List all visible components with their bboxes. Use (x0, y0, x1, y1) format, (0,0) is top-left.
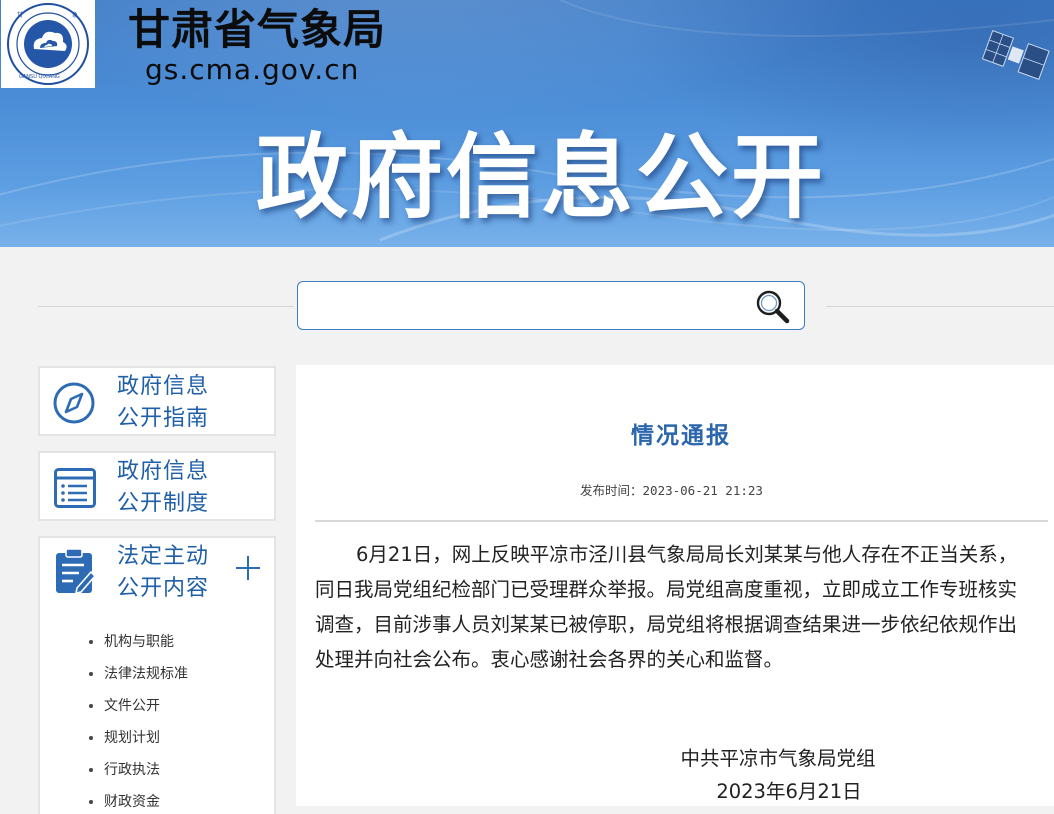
sidebar-item-label: 公开指南 (117, 406, 210, 431)
search-button[interactable] (753, 288, 793, 324)
bullet-icon (89, 736, 93, 740)
article-divider (315, 520, 1048, 522)
list-icon (54, 468, 96, 508)
search-divider-left (38, 306, 294, 307)
article-signature: 中共平凉市气象局党组 (680, 747, 876, 770)
bullet-icon (89, 704, 93, 708)
submenu-item-enforcement[interactable]: 行政执法 (89, 758, 160, 782)
submenu-item-label: 文件公开 (104, 698, 160, 714)
submenu-item-label: 财政资金 (104, 794, 160, 810)
magnifier-icon (756, 290, 790, 324)
submenu-item-label: 规划计划 (104, 730, 160, 746)
publish-label: 发布时间： (580, 483, 643, 498)
site-domain: gs.cma.gov.cn (145, 53, 360, 86)
submenu-item-label: 行政执法 (104, 762, 160, 778)
header-banner: 甘 象 GANSU QIXIANG 甘肃省气象局 gs.cma.gov.cn 政… (0, 0, 1054, 247)
article-panel: 情况通报 发布时间：2023-06-21 21:23 6月21日，网上反映平凉市… (296, 365, 1054, 806)
article-date: 2023年6月21日 (716, 780, 862, 803)
satellite-icon (981, 30, 1050, 80)
clipboard-edit-icon (56, 548, 97, 594)
submenu-item-finance[interactable]: 财政资金 (89, 790, 160, 814)
search-divider-right (826, 306, 1054, 307)
compass-icon (53, 382, 95, 424)
publish-info: 发布时间：2023-06-21 21:23 (580, 482, 763, 500)
site-logo[interactable]: 甘 象 GANSU QIXIANG (1, 0, 95, 88)
article-body: 6月21日，网上反映平凉市泾川县气象局局长刘某某与他人存在不正当关系，同日我局党… (315, 543, 1018, 671)
submenu-item-documents[interactable]: 文件公开 (89, 694, 160, 718)
svg-text:GANSU QIXIANG: GANSU QIXIANG (19, 74, 60, 80)
svg-text:象: 象 (72, 11, 78, 19)
site-name: 甘肃省气象局 (128, 5, 387, 54)
bullet-icon (89, 640, 93, 644)
sidebar-item-guide[interactable]: 政府信息 公开指南 (38, 366, 276, 436)
article-title: 情况通报 (631, 422, 731, 449)
sidebar-item-statutory[interactable]: 法定主动 公开内容 (38, 536, 276, 606)
sidebar-item-label: 政府信息 (117, 374, 210, 399)
sidebar-item-label: 公开内容 (117, 576, 210, 601)
sidebar-item-label: 公开制度 (117, 491, 210, 516)
sidebar-item-system[interactable]: 政府信息 公开制度 (38, 451, 276, 521)
bullet-icon (89, 768, 93, 772)
bullet-icon (89, 672, 93, 676)
sidebar-item-label: 法定主动 (117, 544, 210, 569)
submenu-item-organization[interactable]: 机构与职能 (89, 630, 174, 654)
submenu-item-label: 机构与职能 (104, 634, 174, 650)
sidebar-submenu: 机构与职能 法律法规标准 文件公开 规划计划 行政执法 财政资金 (38, 604, 276, 814)
submenu-item-laws[interactable]: 法律法规标准 (89, 662, 188, 686)
search-input[interactable] (308, 290, 742, 322)
sidebar-item-label: 政府信息 (117, 459, 210, 484)
bullet-icon (89, 800, 93, 804)
logo-emblem-icon: 甘 象 GANSU QIXIANG (7, 3, 89, 85)
submenu-item-plans[interactable]: 规划计划 (89, 726, 160, 750)
publish-time: 2023-06-21 21:23 (642, 483, 763, 498)
banner-title: 政府信息公开 (256, 124, 827, 231)
expand-plus-icon[interactable] (236, 556, 260, 580)
svg-text:甘: 甘 (17, 11, 23, 19)
submenu-item-label: 法律法规标准 (104, 666, 188, 682)
search-bar (297, 281, 805, 330)
